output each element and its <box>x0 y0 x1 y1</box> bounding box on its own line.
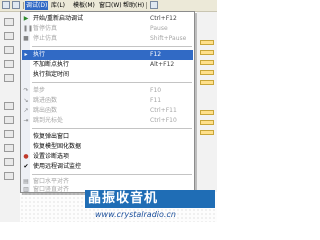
toolbar-tool-icon[interactable] <box>4 60 14 68</box>
component-item[interactable] <box>200 110 214 115</box>
component-item[interactable] <box>200 50 214 55</box>
debug-menu: ▶ 开始/重新启动调试 Ctrl+F12 ❚❚ 暂停仿真 Pause ■ 停止仿… <box>20 11 195 193</box>
menu-separator <box>146 2 147 9</box>
menu-item-step-out[interactable]: ↗ 跳出函数 Ctrl+F11 <box>22 106 193 116</box>
menu-item-run-to-cursor[interactable]: ⇥ 跳到光标处 Ctrl+F10 <box>22 116 193 126</box>
app-icon <box>2 1 10 9</box>
menu-item-stop[interactable]: ■ 停止仿真 Shift+Pause <box>22 34 193 44</box>
toolbar-tool-icon[interactable] <box>4 130 14 138</box>
toolbar-tool-icon[interactable] <box>4 32 14 40</box>
menu-item-restore-popups[interactable]: 恢复弹出窗口 <box>22 132 193 142</box>
toolbar-tool-icon[interactable] <box>4 74 14 82</box>
component-item[interactable] <box>200 40 214 45</box>
menu-separator <box>23 2 24 9</box>
menu-separator <box>32 46 192 47</box>
component-item[interactable] <box>200 80 214 85</box>
component-item[interactable] <box>200 70 214 75</box>
component-item[interactable] <box>200 60 214 65</box>
help-icon[interactable] <box>150 1 158 9</box>
menu-item-remote-debug-monitor[interactable]: ✔ 使用远程调试监控 <box>22 162 193 172</box>
checkmark-icon: ✔ <box>23 163 29 170</box>
menu-item-restore-model-data[interactable]: 恢复模型固化数据 <box>22 142 193 152</box>
watermark-site: www.crystalradio.cn <box>95 210 176 219</box>
menu-help[interactable]: 帮助(H) <box>122 1 145 10</box>
menu-separator <box>32 82 192 83</box>
toolbar-tool-icon[interactable] <box>4 144 14 152</box>
menu-library[interactable]: 库(L) <box>50 1 66 10</box>
step-into-icon: ↘ <box>23 97 29 104</box>
diagnostic-icon: ● <box>23 153 29 160</box>
step-out-icon: ↗ <box>23 107 29 114</box>
menu-item-pause[interactable]: ❚❚ 暂停仿真 Pause <box>22 24 193 34</box>
toolbar-tool-icon[interactable] <box>4 158 14 166</box>
menu-item-diagnostic-options[interactable]: ● 设置诊断选项 <box>22 152 193 162</box>
tile-vertical-icon: ▥ <box>23 186 29 193</box>
menu-item-step-into[interactable]: ↘ 跳进函数 F11 <box>22 96 193 106</box>
menu-item-run-no-breakpoints[interactable]: 不加断点执行 Alt+F12 <box>22 60 193 70</box>
toolbar-tool-icon[interactable] <box>4 116 14 124</box>
menu-debug[interactable]: 调试(D) <box>25 1 49 10</box>
toolbar-tool-icon[interactable] <box>4 46 14 54</box>
stop-icon: ■ <box>23 35 29 42</box>
step-icon: ↷ <box>23 87 29 94</box>
component-item[interactable] <box>200 130 214 135</box>
menu-separator <box>32 174 192 175</box>
menu-separator <box>32 128 192 129</box>
menu-template[interactable]: 模板(M) <box>72 1 96 10</box>
component-item[interactable] <box>200 120 214 125</box>
menu-item-start-debug[interactable]: ▶ 开始/重新启动调试 Ctrl+F12 <box>22 14 193 24</box>
run-to-cursor-icon: ⇥ <box>23 117 29 124</box>
menu-item-run[interactable]: ▸ 执行 F12 <box>22 50 193 60</box>
watermark-logo: 晶振收音机 <box>88 191 159 206</box>
menu-item-run-for-time[interactable]: 执行指定时间 <box>22 70 193 80</box>
play-icon: ▶ <box>23 15 29 22</box>
file-icon <box>12 1 20 9</box>
pause-icon: ❚❚ <box>23 25 34 32</box>
left-toolbar <box>0 12 20 222</box>
run-icon: ▸ <box>24 51 28 58</box>
menu-window[interactable]: 窗口(W) <box>98 1 123 10</box>
menu-item-step[interactable]: ↷ 单步 F10 <box>22 86 193 96</box>
toolbar-tool-icon[interactable] <box>4 18 14 26</box>
toolbar-tool-icon[interactable] <box>4 102 14 110</box>
toolbar-tool-icon[interactable] <box>4 172 14 180</box>
component-panel <box>197 12 217 192</box>
